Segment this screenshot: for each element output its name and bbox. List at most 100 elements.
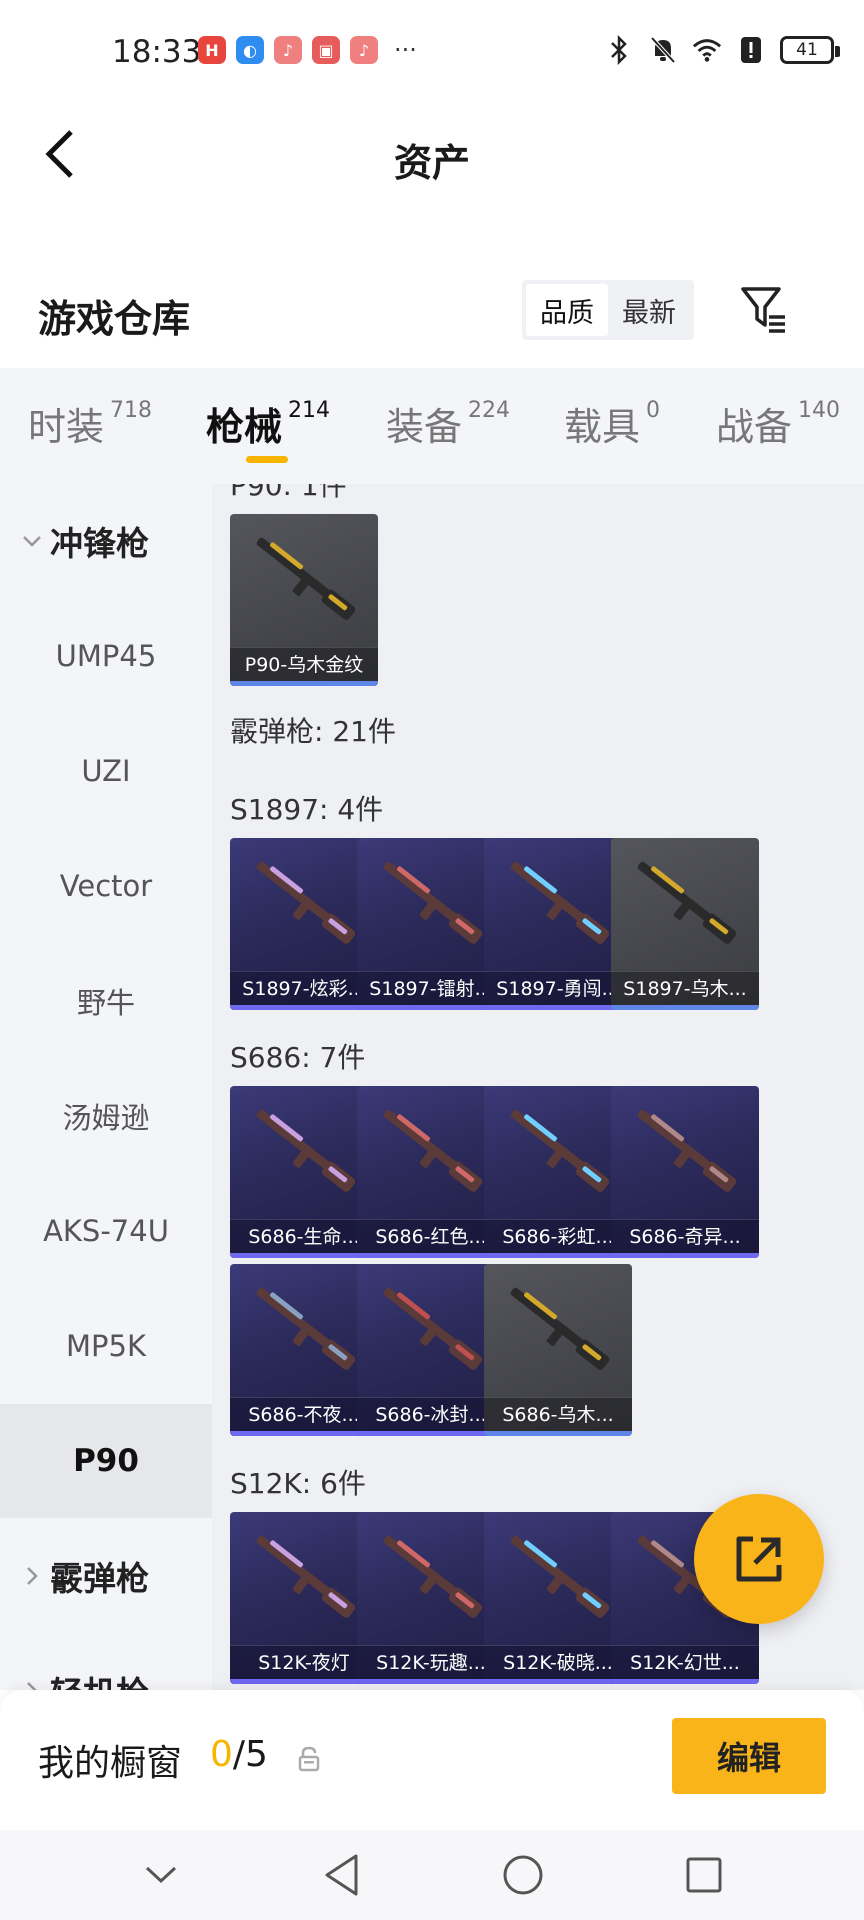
weapon-image — [357, 838, 505, 968]
rarity-bar — [230, 1253, 378, 1258]
weapon-name: S686-奇异... — [611, 1219, 759, 1253]
tiktok-app-icon-2: ♪ — [350, 36, 378, 64]
weapon-card[interactable]: S686-彩虹... — [484, 1086, 632, 1258]
sidebar-item-thompson[interactable]: 汤姆逊 — [0, 1059, 212, 1173]
system-nav-bar — [0, 1830, 864, 1920]
browser-app-icon: ◐ — [236, 36, 264, 64]
status-bar: 18:33 H ◐ ♪ ▣ ♪ ··· 41 — [0, 0, 864, 104]
chevron-right-icon — [20, 1564, 44, 1588]
rarity-bar — [611, 1253, 759, 1258]
sidebar-group-label: 霰弹枪 — [50, 1559, 149, 1598]
weapon-card[interactable]: P90-乌木金纹 — [230, 514, 378, 686]
more-notifications-icon: ··· — [394, 36, 417, 64]
sidebar-group-lmg[interactable]: 轻机枪 — [0, 1634, 212, 1690]
sidebar-item-ump45[interactable]: UMP45 — [0, 599, 212, 713]
weapon-image — [484, 1512, 632, 1642]
nav-home-button[interactable] — [493, 1845, 553, 1905]
tab-label: 时装 — [28, 405, 105, 449]
sidebar-item-bison[interactable]: 野牛 — [0, 944, 212, 1058]
section-header-p90: P90: 1件 — [230, 484, 347, 502]
filter-icon — [741, 287, 785, 333]
sidebar-item-mp5k[interactable]: MP5K — [0, 1289, 212, 1403]
sidebar-item-vector[interactable]: Vector — [0, 829, 212, 943]
rarity-bar — [484, 1253, 632, 1258]
showcase-current: 0 — [210, 1734, 233, 1775]
weapon-type-sidebar: 冲锋枪 UMP45 UZI Vector 野牛 汤姆逊 AKS-74U MP5K… — [0, 484, 212, 1690]
tab-guns[interactable]: 枪械 214 — [206, 396, 330, 451]
rarity-bar — [357, 1431, 505, 1436]
category-tabs: 时装 718 枪械 214 装备 224 载具 0 战备 140 — [0, 368, 864, 484]
rarity-bar — [357, 1005, 505, 1010]
weapon-image — [230, 1086, 378, 1216]
tab-label: 载具 — [564, 405, 641, 449]
weapon-card[interactable]: S686-乌木... — [484, 1264, 632, 1436]
tab-equipment[interactable]: 装备 224 — [386, 396, 510, 451]
weapon-card[interactable]: S686-红色... — [357, 1086, 505, 1258]
section-header-s1897: S1897: 4件 — [230, 793, 384, 826]
chevron-down-icon — [20, 529, 44, 553]
nav-back-button[interactable] — [312, 1845, 372, 1905]
sidebar-group-shotgun[interactable]: 霰弹枪 — [0, 1519, 212, 1633]
sort-by-newest[interactable]: 最新 — [608, 284, 690, 336]
sidebar-item-p90[interactable]: P90 — [0, 1404, 212, 1518]
weapon-card[interactable]: S1897-炫彩... — [230, 838, 378, 1010]
tab-label: 枪械 — [206, 405, 283, 449]
weapon-card[interactable]: S686-冰封... — [357, 1264, 505, 1436]
tab-vehicles[interactable]: 载具 0 — [564, 396, 660, 451]
weapon-image — [357, 1086, 505, 1216]
battery-indicator: 41 — [780, 36, 840, 64]
weapon-image — [357, 1512, 505, 1642]
weapon-image — [230, 1512, 378, 1642]
tab-count: 140 — [798, 398, 841, 423]
weapon-card[interactable]: S1897-勇闯... — [484, 838, 632, 1010]
active-tab-indicator — [246, 456, 288, 463]
showcase-total: /5 — [232, 1734, 268, 1775]
weapon-card[interactable]: S12K-玩趣... — [357, 1512, 505, 1684]
bluetooth-icon — [604, 34, 634, 66]
filter-button[interactable] — [736, 278, 792, 342]
weapon-image — [611, 1086, 759, 1216]
sidebar-item-aks74u[interactable]: AKS-74U — [0, 1174, 212, 1288]
rarity-bar — [230, 1431, 378, 1436]
weapon-name: S686-生命... — [230, 1219, 378, 1253]
sidebar-group-label: 冲锋枪 — [50, 524, 149, 563]
weapon-card[interactable]: S1897-镭射... — [357, 838, 505, 1010]
section-header-s12k: S12K: 6件 — [230, 1467, 366, 1500]
weapon-image — [484, 1264, 632, 1394]
weapon-image — [484, 838, 632, 968]
tab-count: 224 — [468, 398, 511, 423]
weapon-name: S12K-夜灯 — [230, 1645, 378, 1679]
weapon-image — [484, 1086, 632, 1216]
nav-collapse-button[interactable] — [131, 1845, 191, 1905]
weapon-card[interactable]: S12K-夜灯 — [230, 1512, 378, 1684]
rarity-bar — [230, 1005, 378, 1010]
weapon-name: S1897-炫彩... — [230, 971, 378, 1005]
weapon-card[interactable]: S686-生命... — [230, 1086, 378, 1258]
chevron-right-icon — [20, 1679, 44, 1690]
weapon-card[interactable]: S686-奇异... — [611, 1086, 759, 1258]
sidebar-item-uzi[interactable]: UZI — [0, 714, 212, 828]
weapon-card[interactable]: S12K-破晓... — [484, 1512, 632, 1684]
weapon-card[interactable]: S686-不夜... — [230, 1264, 378, 1436]
share-icon — [736, 1536, 782, 1582]
weapon-name: S1897-勇闯... — [484, 971, 632, 1005]
weapon-image — [230, 838, 378, 968]
weapon-name: S686-红色... — [357, 1219, 505, 1253]
tab-fashion[interactable]: 时装 718 — [28, 396, 152, 451]
nav-recents-button[interactable] — [674, 1845, 734, 1905]
share-fab-button[interactable] — [694, 1494, 824, 1624]
mute-bell-icon — [648, 34, 678, 66]
sort-by-quality[interactable]: 品质 — [526, 284, 608, 336]
weapon-name: S1897-镭射... — [357, 971, 505, 1005]
tab-count: 718 — [110, 398, 153, 423]
tab-count: 0 — [646, 398, 661, 423]
triangle-back-icon — [325, 1854, 357, 1896]
rarity-bar — [484, 1005, 632, 1010]
edit-showcase-button[interactable]: 编辑 — [672, 1718, 826, 1794]
weapon-card[interactable]: S1897-乌木... — [611, 838, 759, 1010]
sidebar-group-smg[interactable]: 冲锋枪 — [0, 484, 212, 598]
rarity-bar — [611, 1679, 759, 1684]
tab-supplies[interactable]: 战备 140 — [716, 396, 840, 451]
page-title: 资产 — [393, 141, 470, 185]
weapon-name: S686-不夜... — [230, 1397, 378, 1431]
